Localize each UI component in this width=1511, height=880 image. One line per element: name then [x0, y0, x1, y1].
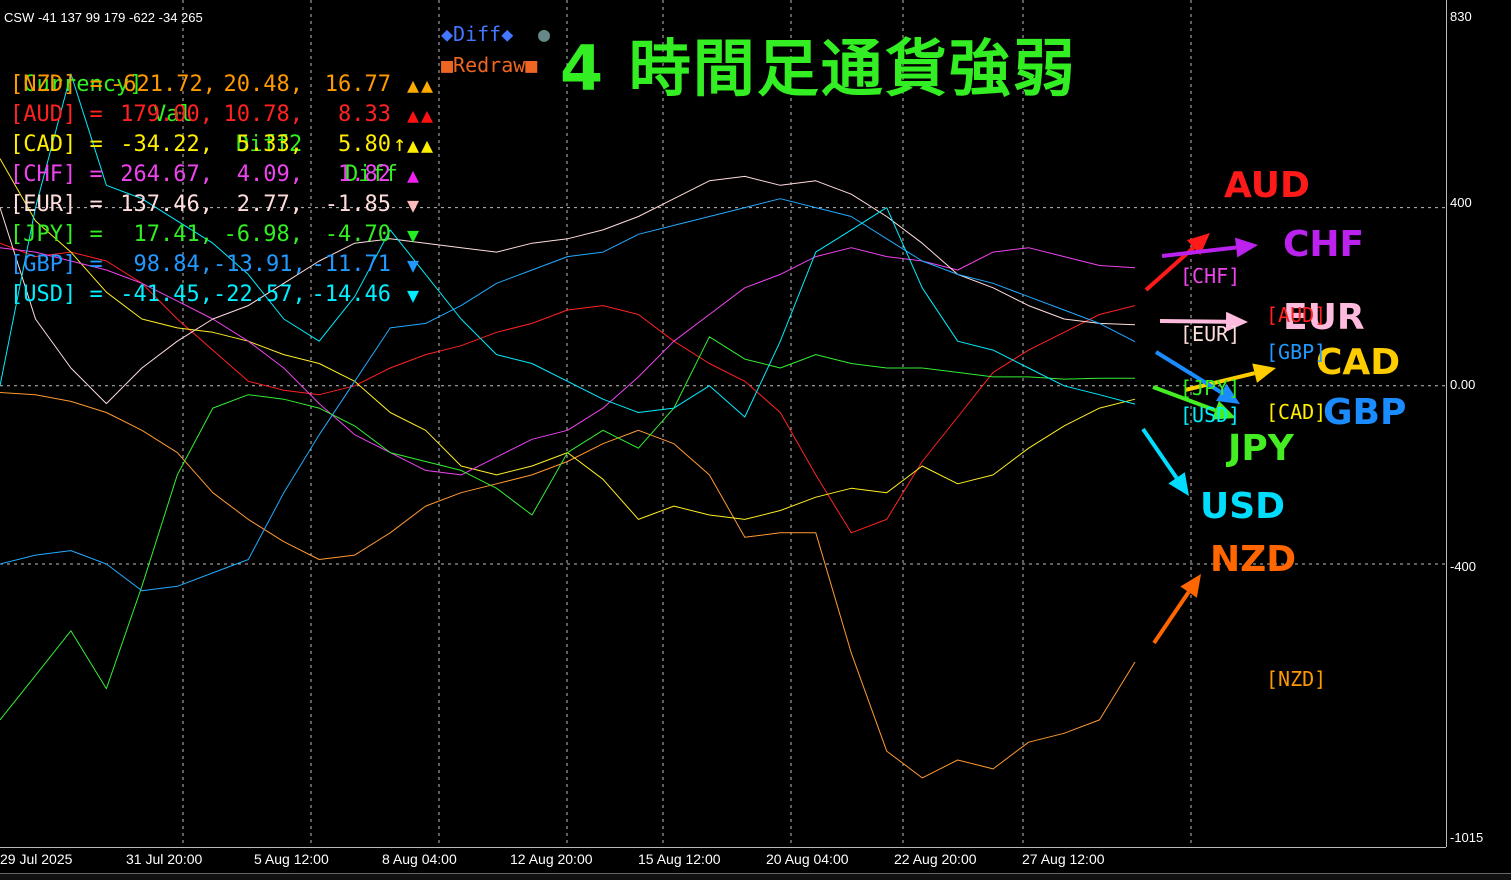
- page-title: 4 時間足通貨強弱: [560, 32, 1077, 105]
- line-label-nzd: [NZD]: [1266, 667, 1327, 691]
- label-usd: USD: [1200, 486, 1286, 527]
- cell-name: [EUR] =: [10, 192, 103, 217]
- trend-arrows-icon: ▼: [407, 223, 422, 247]
- cell-val: 17.41,: [133, 222, 213, 247]
- cell-name: [GBP] =: [10, 252, 103, 277]
- cell-extra: ↑: [393, 132, 407, 157]
- arrow-chf-icon: [1161, 237, 1258, 258]
- cell-name: [CHF] =: [10, 162, 103, 187]
- label-gbp: GBP: [1323, 392, 1407, 433]
- cell-diff2: 20.48,: [223, 72, 303, 97]
- redraw-button[interactable]: ■Redraw■: [441, 53, 537, 77]
- cell-val: -34.22,: [120, 132, 213, 157]
- trend-arrows-icon: ▲▲: [407, 73, 436, 97]
- x-tick-8: 22 Aug 20:00: [894, 851, 977, 867]
- cell-diff2: -13.91,: [213, 252, 306, 277]
- cell-name: [JPY] =: [10, 222, 103, 247]
- cell-diff: 1.82: [338, 162, 391, 187]
- line-label-jpy: [JPY]: [1180, 376, 1241, 400]
- diff-toggle-dot[interactable]: ●: [538, 22, 550, 46]
- cell-diff2: 2.77,: [236, 192, 303, 217]
- cell-diff: 16.77: [324, 72, 391, 97]
- cell-name: [NZD] =: [10, 72, 103, 97]
- cell-diff2: 5.33,: [236, 132, 303, 157]
- y-tick-zero: 0.00: [1450, 377, 1476, 392]
- y-tick-lower: -400: [1450, 559, 1477, 574]
- cell-val: 179.00,: [120, 102, 213, 127]
- cell-name: [AUD] =: [10, 102, 103, 127]
- cell-val: 98.84,: [133, 252, 213, 277]
- label-aud: AUD: [1224, 165, 1310, 206]
- cell-diff: -4.70: [324, 222, 391, 247]
- cell-diff2: 4.09,: [236, 162, 303, 187]
- x-tick-2: 31 Jul 20:00: [126, 851, 203, 867]
- cell-diff: -11.71: [311, 252, 391, 277]
- x-tick-6: 15 Aug 12:00: [638, 851, 721, 867]
- cell-val: -621.72,: [110, 72, 216, 97]
- diff-button[interactable]: ◆Diff◆: [441, 22, 513, 46]
- x-tick-4: 8 Aug 04:00: [382, 851, 457, 867]
- cell-diff: -14.46: [311, 282, 391, 307]
- cell-diff2: -6.98,: [223, 222, 303, 247]
- cell-diff2: -22.57,: [213, 282, 306, 307]
- cell-diff2: 10.78,: [223, 102, 303, 127]
- line-label-aud: [AUD]: [1266, 303, 1327, 327]
- x-tick-1: 29 Jul 2025: [0, 851, 73, 867]
- y-tick-top: 830: [1450, 9, 1472, 24]
- cell-name: [USD] =: [10, 282, 103, 307]
- cell-name: [CAD] =: [10, 132, 103, 157]
- line-label-usd: [USD]: [1180, 403, 1241, 427]
- cell-val: 137.46,: [120, 192, 213, 217]
- label-chf: CHF: [1283, 224, 1365, 265]
- x-tick-7: 20 Aug 04:00: [766, 851, 849, 867]
- time-axis-line: [0, 847, 1446, 848]
- arrow-nzd-icon: [1152, 574, 1201, 645]
- cell-val: 264.67,: [120, 162, 213, 187]
- cell-diff: 5.80: [338, 132, 391, 157]
- line-label-eur: [EUR]: [1180, 322, 1241, 346]
- trend-arrows-icon: ▲▲: [407, 103, 436, 127]
- line-label-chf: [CHF]: [1180, 264, 1241, 288]
- trend-arrows-icon: ▼: [407, 253, 422, 277]
- price-axis[interactable]: [1446, 0, 1511, 847]
- trend-arrows-icon: ▲: [407, 163, 422, 187]
- trend-arrows-icon: ▼: [407, 193, 422, 217]
- line-label-cad: [CAD]: [1266, 400, 1327, 424]
- y-tick-upper: 400: [1450, 195, 1472, 210]
- line-label-gbp: [GBP]: [1266, 340, 1327, 364]
- label-nzd: NZD: [1210, 539, 1297, 580]
- cell-diff: -1.85: [324, 192, 391, 217]
- trend-arrows-icon: ▲▲: [407, 133, 436, 157]
- label-jpy: JPY: [1228, 428, 1294, 469]
- y-tick-bottom: -1015: [1450, 830, 1484, 845]
- cell-val: -41.45,: [120, 282, 213, 307]
- label-cad: CAD: [1316, 342, 1401, 383]
- indicator-title: CSW -41 137 99 179 -622 -34 265: [4, 10, 203, 25]
- x-tick-9: 27 Aug 12:00: [1022, 851, 1105, 867]
- arrow-usd-icon: [1141, 427, 1189, 496]
- trend-arrows-icon: ▼: [407, 283, 422, 307]
- x-tick-3: 5 Aug 12:00: [254, 851, 329, 867]
- x-tick-5: 12 Aug 20:00: [510, 851, 593, 867]
- cell-diff: 8.33: [338, 102, 391, 127]
